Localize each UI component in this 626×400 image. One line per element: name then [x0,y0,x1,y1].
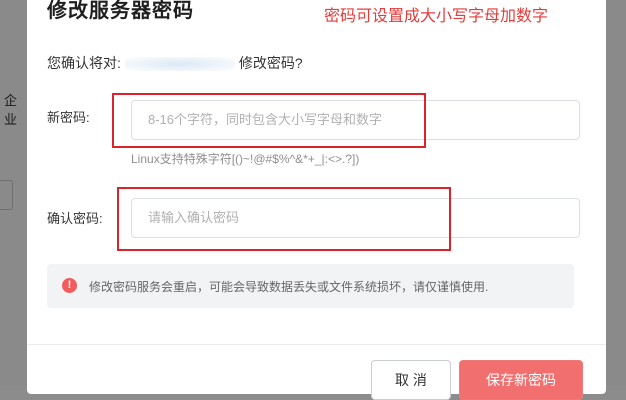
annotation-text: 密码可设置成大小写字母加数字 [324,8,549,25]
dialog-title: 修改服务器密码 [47,0,194,22]
blurred-server-name [124,57,235,72]
confirm-target-row: 您确认将对: 修改密码? [47,53,303,73]
warning-text: 修改密码服务会重启，可能会导致数据丢失或文件系统损坏，请仅谨慎使用. [89,280,489,294]
background-page-right [606,0,626,386]
background-input-edge [0,180,13,210]
new-password-label: 新密码: [47,110,90,125]
cancel-button[interactable]: 取 消 [371,360,451,400]
confirm-prefix: 您确认将对: [47,55,121,71]
background-text: 企业 [4,93,18,127]
warning-notice: ! 修改密码服务会重启，可能会导致数据丢失或文件系统损坏，请仅谨慎使用. [47,264,574,308]
background-page: 企业 [0,0,27,386]
highlight-box-new-password [112,93,426,148]
warning-icon: ! [62,278,77,293]
confirm-suffix: 修改密码? [238,55,303,71]
change-password-dialog: 修改服务器密码 密码可设置成大小写字母加数字 您确认将对: 修改密码? 新密码: … [27,0,606,400]
confirm-password-label: 确认密码: [47,211,103,226]
highlight-box-confirm-password [117,187,451,251]
new-password-hint: Linux支持特殊字符[()~!@#$%^&*+_|:<>.?]) [131,152,360,166]
footer-divider [27,344,606,345]
save-password-button[interactable]: 保存新密码 [459,360,583,400]
